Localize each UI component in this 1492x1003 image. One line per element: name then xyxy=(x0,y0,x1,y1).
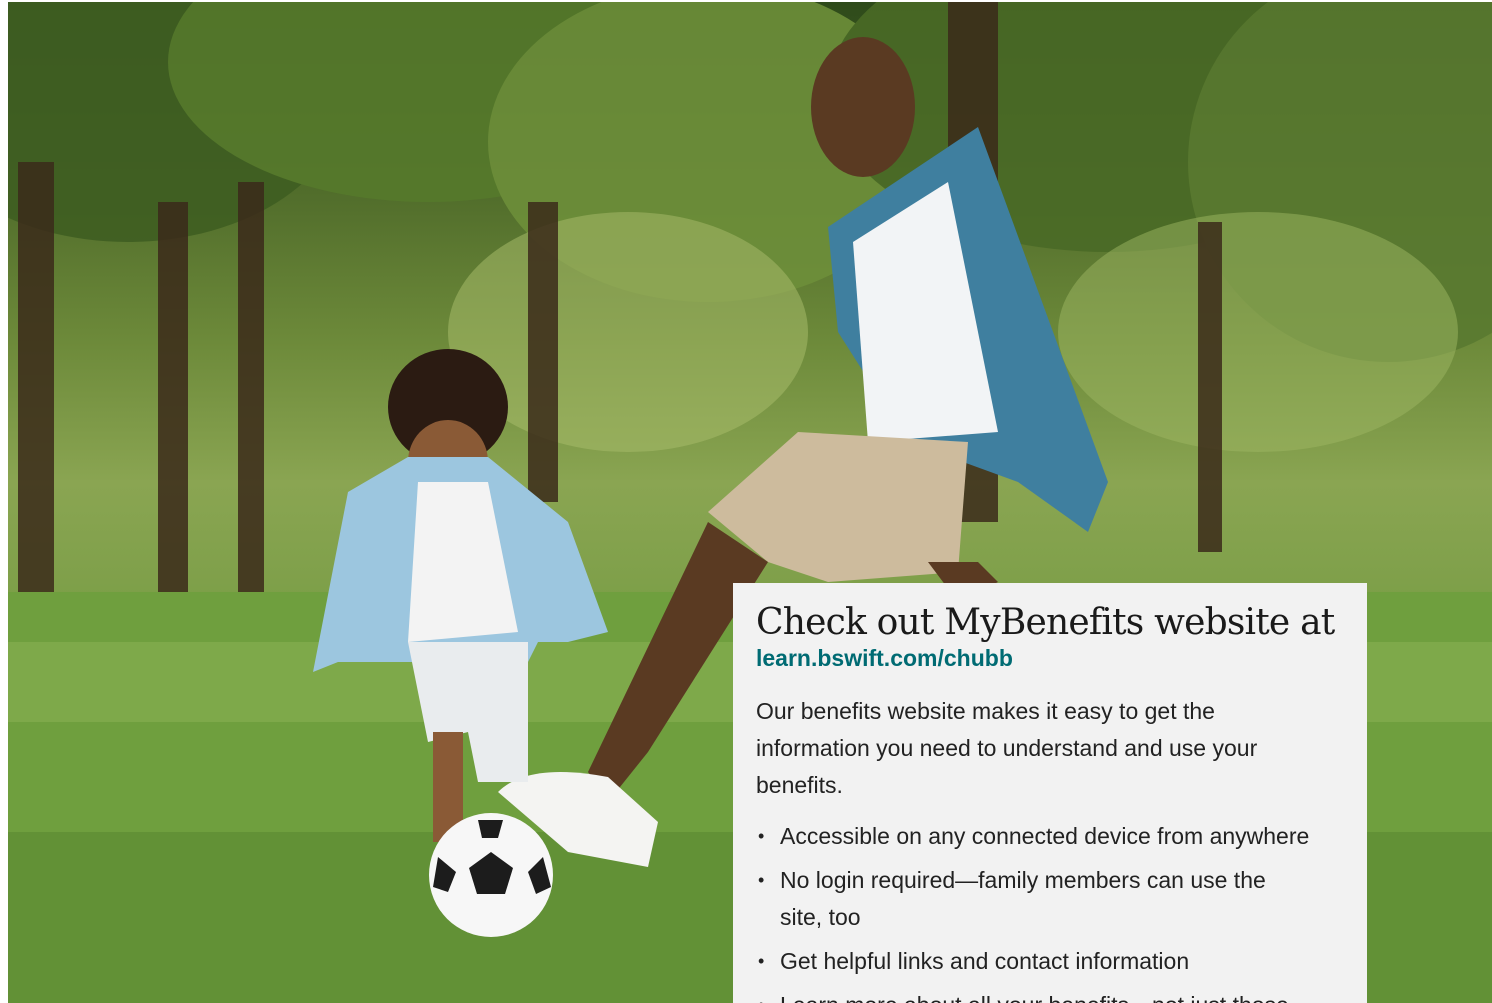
list-item-text: Get helpful links and contact informatio… xyxy=(780,948,1190,974)
list-item: • Learn more about all your benefits—not… xyxy=(756,987,1345,1003)
mybenefits-link[interactable]: learn.bswift.com/chubb xyxy=(756,645,1345,671)
list-item-text: Learn more about all your benefits—not j… xyxy=(780,987,1340,1003)
list-item: • Get helpful links and contact informat… xyxy=(756,943,1345,980)
list-item-text: No login required—family members can use… xyxy=(780,867,1266,930)
soccer-ball xyxy=(429,813,553,937)
list-item: • No login required—family members can u… xyxy=(756,862,1345,936)
bullet-icon: • xyxy=(758,826,765,846)
card-title: Check out MyBenefits website at xyxy=(756,602,1335,643)
list-item-text: Accessible on any connected device from … xyxy=(780,823,1310,849)
page: Check out MyBenefits website at learn.bs… xyxy=(0,0,1492,1003)
info-card: Check out MyBenefits website at learn.bs… xyxy=(733,583,1367,1003)
card-intro: Our benefits website makes it easy to ge… xyxy=(756,698,1258,798)
list-item: • Accessible on any connected device fro… xyxy=(756,818,1345,855)
bullet-icon: • xyxy=(758,951,765,971)
bullet-icon: • xyxy=(758,987,764,1003)
bullet-icon: • xyxy=(758,870,765,890)
benefits-feature-list: • Accessible on any connected device fro… xyxy=(756,818,1345,1003)
